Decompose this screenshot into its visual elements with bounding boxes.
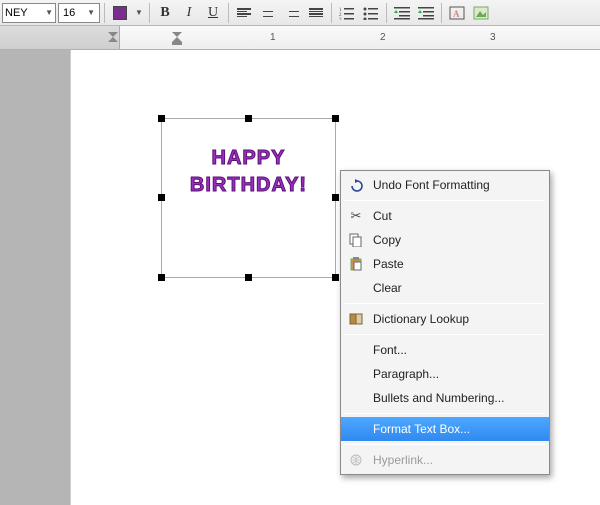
toolbar-separator [441,3,442,23]
font-color-dropdown[interactable]: ▼ [133,2,145,24]
menu-font[interactable]: Font... [341,338,549,362]
decrease-indent-icon [394,6,410,20]
toolbar-separator [331,3,332,23]
ruler-mark: 3 [490,32,496,43]
menu-separator [345,303,545,304]
menu-label: Bullets and Numbering... [373,391,504,405]
horizontal-ruler[interactable]: 1 2 3 [0,26,600,50]
bulleted-list-button[interactable] [360,2,382,24]
page-gutter [0,50,70,505]
menu-label: Clear [373,281,402,295]
text-line-1: HAPPY [190,145,307,172]
menu-cut[interactable]: ✂ Cut [341,204,549,228]
font-size-value: 16 [63,7,75,19]
menu-label: Undo Font Formatting [373,178,490,192]
menu-paragraph[interactable]: Paragraph... [341,362,549,386]
bulleted-list-icon [363,6,379,20]
menu-clear[interactable]: Clear [341,276,549,300]
first-line-indent-marker[interactable] [108,28,118,46]
color-swatch-icon [113,6,127,20]
resize-handle-bm[interactable] [245,274,252,281]
menu-bullets-numbering[interactable]: Bullets and Numbering... [341,386,549,410]
font-family-picker[interactable]: NEY ▼ [2,3,56,23]
blank-icon [347,389,365,407]
menu-dictionary-lookup[interactable]: Dictionary Lookup [341,307,549,331]
menu-hyperlink: Hyperlink... [341,448,549,472]
italic-button[interactable]: I [178,2,200,24]
font-size-picker[interactable]: 16 ▼ [58,3,100,23]
undo-icon [347,176,365,194]
resize-handle-tr[interactable] [332,115,339,122]
blank-icon [347,341,365,359]
text-box-content[interactable]: HAPPY BIRTHDAY! [190,145,307,199]
resize-handle-mr[interactable] [332,194,339,201]
font-color-button[interactable] [109,2,131,24]
blank-icon [347,365,365,383]
align-right-button[interactable] [281,2,303,24]
align-center-button[interactable] [257,2,279,24]
toolbar-separator [386,3,387,23]
cut-icon: ✂ [347,207,365,225]
image-icon [473,6,489,20]
resize-handle-tm[interactable] [245,115,252,122]
ruler-margin-area [0,26,120,49]
resize-handle-ml[interactable] [158,194,165,201]
menu-format-text-box[interactable]: Format Text Box... [341,417,549,441]
copy-icon [347,231,365,249]
toolbar-separator [228,3,229,23]
toolbar-separator [149,3,150,23]
menu-undo-font-formatting[interactable]: Undo Font Formatting [341,173,549,197]
ruler-mark: 2 [380,32,386,43]
font-family-value: NEY [5,7,28,19]
context-menu: Undo Font Formatting ✂ Cut Copy Paste Cl… [340,170,550,475]
resize-handle-tl[interactable] [158,115,165,122]
ruler-mark: 1 [270,32,276,43]
resize-handle-bl[interactable] [158,274,165,281]
decrease-indent-button[interactable] [391,2,413,24]
menu-label: Paste [373,257,404,271]
blank-icon [347,279,365,297]
align-left-button[interactable] [233,2,255,24]
ruler-page-area: 1 2 3 [120,26,600,49]
numbered-list-icon: 123 [339,6,355,20]
bold-button[interactable]: B [154,2,176,24]
menu-label: Cut [373,209,392,223]
increase-indent-button[interactable] [415,2,437,24]
menu-separator [345,334,545,335]
indent-marker[interactable] [172,28,182,46]
align-justify-button[interactable] [305,2,327,24]
insert-image-button[interactable] [470,2,492,24]
insert-textbox-button[interactable]: A [446,2,468,24]
blank-icon [347,420,365,438]
text-line-2: BIRTHDAY! [190,172,307,199]
numbered-list-button[interactable]: 123 [336,2,358,24]
menu-label: Hyperlink... [373,453,433,467]
menu-paste[interactable]: Paste [341,252,549,276]
menu-separator [345,444,545,445]
formatting-toolbar: NEY ▼ 16 ▼ ▼ B I U 123 A [0,0,600,26]
menu-copy[interactable]: Copy [341,228,549,252]
underline-button[interactable]: U [202,2,224,24]
textbox-icon: A [449,6,465,20]
menu-label: Paragraph... [373,367,439,381]
svg-text:3: 3 [339,18,342,20]
menu-label: Dictionary Lookup [373,312,469,326]
chevron-down-icon: ▼ [45,8,53,17]
toolbar-separator [104,3,105,23]
resize-handle-br[interactable] [332,274,339,281]
paste-icon [347,255,365,273]
menu-label: Font... [373,343,407,357]
menu-separator [345,413,545,414]
text-box[interactable]: HAPPY BIRTHDAY! [161,118,336,278]
book-icon [347,310,365,328]
menu-label: Format Text Box... [373,422,470,436]
chevron-down-icon: ▼ [87,8,95,17]
hyperlink-icon [347,451,365,469]
increase-indent-icon [418,6,434,20]
svg-text:A: A [453,9,460,19]
menu-separator [345,200,545,201]
menu-label: Copy [373,233,401,247]
